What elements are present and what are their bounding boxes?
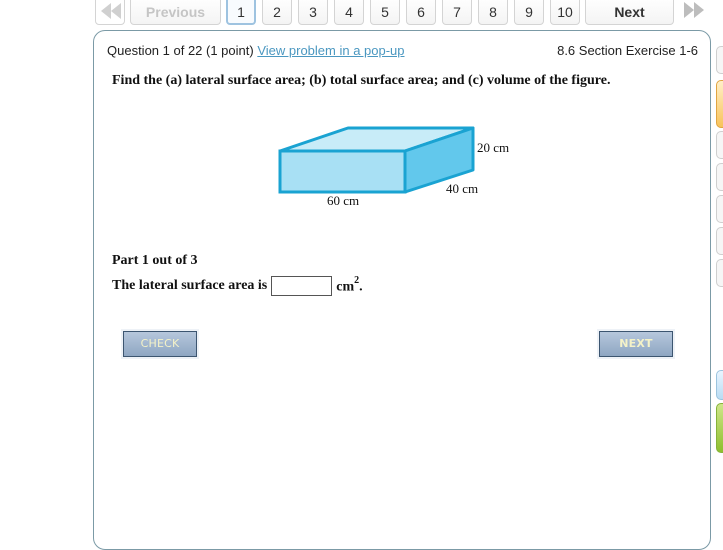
popup-link[interactable]: View problem in a pop-up bbox=[257, 43, 404, 58]
width-label: 40 cm bbox=[446, 181, 479, 196]
next-button[interactable]: NEXT bbox=[599, 331, 673, 357]
first-page-button[interactable] bbox=[95, 0, 125, 25]
unit-label: cm2. bbox=[336, 274, 363, 296]
double-left-arrow-icon bbox=[101, 3, 121, 19]
length-label: 60 cm bbox=[327, 193, 360, 208]
lateral-area-input[interactable] bbox=[271, 276, 333, 296]
side-tab-strip bbox=[716, 0, 723, 535]
prism-figure: 20 cm 40 cm 60 cm bbox=[270, 119, 530, 214]
side-tab-2-active[interactable] bbox=[716, 80, 723, 128]
side-tab-7[interactable] bbox=[716, 259, 723, 287]
unit-text: cm bbox=[336, 279, 355, 295]
question-prompt: Find the (a) lateral surface area; (b) t… bbox=[112, 73, 611, 88]
question-header: Question 1 of 22 (1 point) View problem … bbox=[107, 43, 405, 58]
height-label: 20 cm bbox=[477, 140, 510, 155]
answer-statement: The lateral surface area is bbox=[112, 278, 268, 293]
part-label: Part 1 out of 3 bbox=[112, 253, 198, 268]
previous-button[interactable]: Previous bbox=[130, 0, 221, 25]
page-7-button[interactable]: 7 bbox=[442, 0, 472, 25]
side-tab-3[interactable] bbox=[716, 131, 723, 159]
next-page-button[interactable]: Next bbox=[585, 0, 674, 25]
page-5-button[interactable]: 5 bbox=[370, 0, 400, 25]
question-pager: Previous 1 2 3 4 5 6 7 8 9 10 Next bbox=[0, 0, 723, 27]
unit-exponent: 2 bbox=[354, 274, 360, 286]
side-tab-info[interactable] bbox=[716, 370, 723, 400]
check-button[interactable]: CHECK bbox=[123, 331, 197, 357]
side-tab-5[interactable] bbox=[716, 195, 723, 223]
side-tab-6[interactable] bbox=[716, 227, 723, 255]
page-10-button[interactable]: 10 bbox=[550, 0, 580, 25]
page-6-button[interactable]: 6 bbox=[406, 0, 436, 25]
side-tab-go[interactable] bbox=[716, 403, 723, 453]
question-number: Question 1 of 22 (1 point) bbox=[107, 43, 254, 58]
page-2-button[interactable]: 2 bbox=[262, 0, 292, 25]
prism-drawing bbox=[278, 126, 475, 194]
page-3-button[interactable]: 3 bbox=[298, 0, 328, 25]
page-1-button[interactable]: 1 bbox=[226, 0, 256, 25]
page-8-button[interactable]: 8 bbox=[478, 0, 508, 25]
last-page-button[interactable] bbox=[679, 0, 709, 25]
prism-front-face bbox=[278, 149, 407, 194]
double-right-arrow-icon bbox=[684, 2, 704, 18]
side-tab-1[interactable] bbox=[716, 46, 723, 74]
page-4-button[interactable]: 4 bbox=[334, 0, 364, 25]
side-tab-4[interactable] bbox=[716, 163, 723, 191]
question-panel: Question 1 of 22 (1 point) View problem … bbox=[93, 30, 711, 550]
page-9-button[interactable]: 9 bbox=[514, 0, 544, 25]
answer-row: The lateral surface area is cm2. bbox=[112, 274, 363, 296]
unit-period: . bbox=[359, 279, 363, 295]
section-label: 8.6 Section Exercise 1-6 bbox=[557, 43, 698, 58]
